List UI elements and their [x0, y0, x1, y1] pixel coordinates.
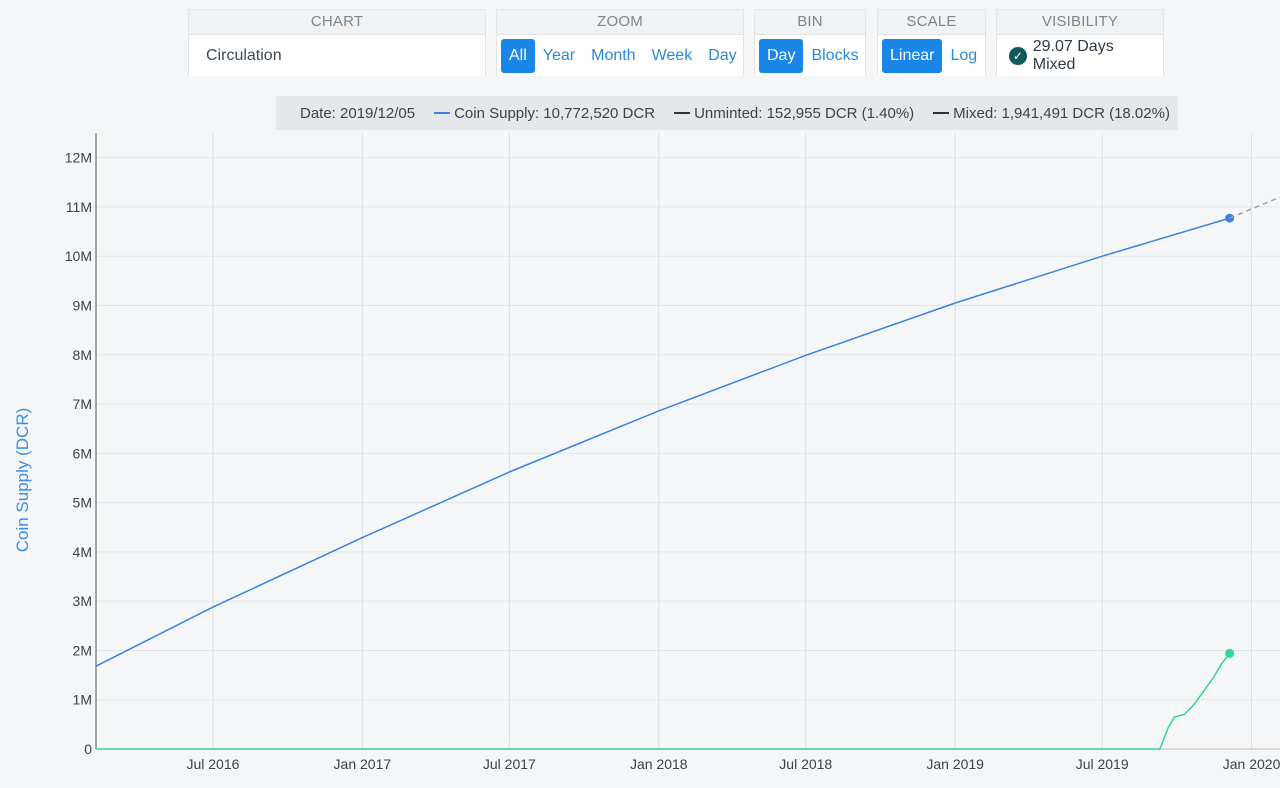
- x-tick-label: Jan 2020: [1223, 756, 1280, 772]
- x-tick-label: Jan 2019: [926, 756, 984, 772]
- x-tick-label: Jan 2018: [630, 756, 688, 772]
- axes: 0 1M 2M 3M 4M 5M 6M 7M 8M 9M 10M 11M 12M Jul 2016 Jan …: [65, 133, 1280, 772]
- y-tick-label: 9M: [73, 297, 92, 313]
- x-tick-label: Jul 2017: [483, 756, 536, 772]
- y-tick-label: 5M: [73, 495, 92, 511]
- series-line-coin-supply-projection: [1229, 196, 1280, 219]
- y-tick-label: 1M: [73, 692, 92, 708]
- series-marker-coin-supply: [1225, 213, 1235, 223]
- coin-supply-chart[interactable]: 0 1M 2M 3M 4M 5M 6M 7M 8M 9M 10M 11M 12M Jul 2016 Jan …: [0, 0, 1280, 788]
- y-tick-label: 12M: [65, 150, 92, 166]
- y-tick-label: 8M: [73, 347, 92, 363]
- x-tick-label: Jan 2017: [334, 756, 392, 772]
- y-tick-label: 10M: [65, 248, 92, 264]
- y-tick-label: 11M: [66, 199, 92, 215]
- x-tick-label: Jul 2018: [779, 756, 832, 772]
- series-marker-mixed: [1225, 648, 1235, 658]
- series-line-coin-supply: [95, 217, 1230, 667]
- y-axis-label: Coin Supply (DCR): [13, 408, 32, 553]
- x-tick-label: Jul 2019: [1076, 756, 1129, 772]
- x-tick-label: Jul 2016: [186, 756, 239, 772]
- y-tick-label: 0: [84, 741, 92, 757]
- y-tick-label: 6M: [73, 445, 92, 461]
- grid: [96, 133, 1280, 750]
- y-tick-label: 3M: [73, 593, 92, 609]
- y-tick-label: 4M: [73, 544, 92, 560]
- y-tick-label: 2M: [73, 642, 92, 658]
- series-line-mixed: [96, 652, 1231, 750]
- y-tick-label: 7M: [73, 396, 92, 412]
